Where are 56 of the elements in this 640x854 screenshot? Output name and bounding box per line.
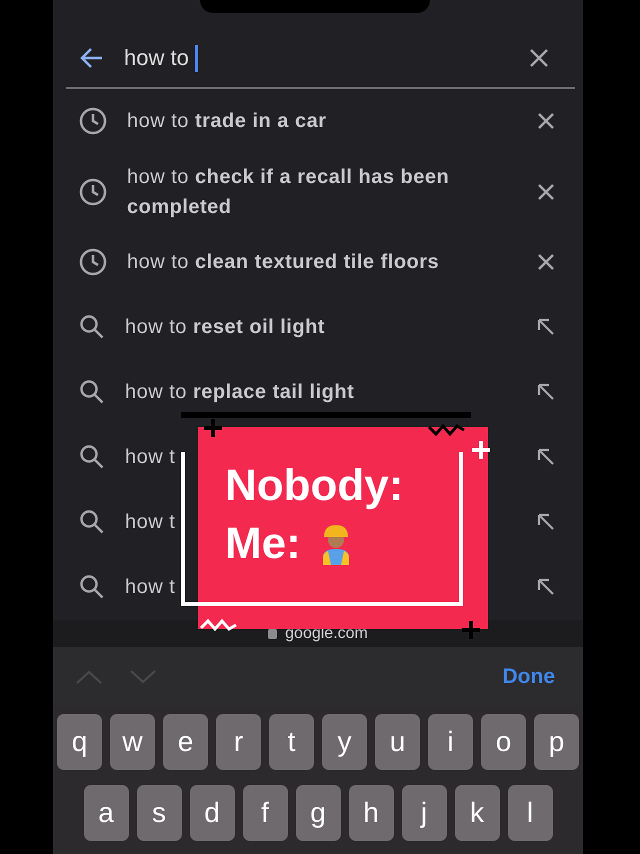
key[interactable]: a — [84, 785, 128, 841]
key[interactable]: u — [375, 714, 420, 770]
key[interactable]: e — [163, 714, 208, 770]
search-icon — [79, 444, 105, 470]
zigzag-icon — [427, 422, 467, 438]
clock-icon — [79, 248, 107, 276]
fill-arrow-icon[interactable] — [537, 383, 555, 402]
suggestion-text[interactable]: how t — [125, 507, 176, 538]
zigzag-icon — [199, 616, 239, 632]
key[interactable]: q — [57, 714, 102, 770]
plus-icon — [471, 440, 491, 460]
remove-icon[interactable] — [537, 253, 555, 272]
back-arrow-icon[interactable] — [80, 47, 104, 70]
fill-arrow-icon[interactable] — [537, 448, 555, 466]
key[interactable]: d — [190, 785, 234, 841]
key[interactable]: y — [322, 714, 367, 770]
clear-icon[interactable] — [529, 48, 549, 68]
lock-icon — [268, 628, 278, 639]
key[interactable]: r — [216, 714, 261, 770]
search-icon — [79, 314, 105, 340]
suggestion-text[interactable]: how to clean textured tile floors — [127, 247, 440, 278]
suggestion-text[interactable]: how to reset oil light — [125, 312, 325, 342]
key[interactable]: k — [454, 785, 500, 841]
remove-icon[interactable] — [537, 112, 555, 130]
fill-arrow-icon[interactable] — [537, 318, 555, 336]
suggestion-text[interactable]: how to replace tail light — [125, 377, 354, 408]
key[interactable]: t — [269, 714, 314, 770]
suggestion-text[interactable]: how t — [125, 442, 176, 472]
key[interactable]: g — [296, 785, 340, 841]
search-icon — [79, 509, 105, 536]
search-icon — [79, 379, 105, 406]
clock-icon — [79, 178, 107, 206]
plus-icon — [203, 418, 223, 438]
key[interactable]: o — [481, 714, 526, 770]
search-icon — [79, 574, 105, 600]
sticker-text: Nobody: — [225, 460, 404, 512]
key[interactable]: l — [508, 785, 552, 841]
address-text: google.com — [285, 624, 368, 643]
remove-icon[interactable] — [537, 182, 555, 201]
suggestion-text[interactable]: how to trade in a car — [127, 106, 326, 136]
search-field[interactable]: how to — [124, 44, 509, 72]
suggestion-text[interactable]: how to check if a recall has been completed — [127, 162, 517, 222]
key[interactable]: s — [136, 785, 182, 841]
fill-arrow-icon[interactable] — [537, 578, 555, 596]
suggestion-text[interactable]: how t — [125, 572, 176, 602]
key[interactable]: h — [348, 785, 394, 841]
sticker-text: Me: — [225, 518, 301, 570]
key[interactable]: i — [428, 714, 473, 770]
key[interactable]: f — [242, 785, 288, 841]
fill-arrow-icon[interactable] — [537, 513, 555, 532]
clock-icon — [79, 107, 107, 136]
key[interactable]: p — [534, 714, 579, 770]
key[interactable]: j — [402, 785, 446, 841]
key[interactable]: w — [110, 714, 155, 770]
done-button[interactable]: Done — [496, 664, 561, 690]
plus-icon — [461, 620, 481, 640]
